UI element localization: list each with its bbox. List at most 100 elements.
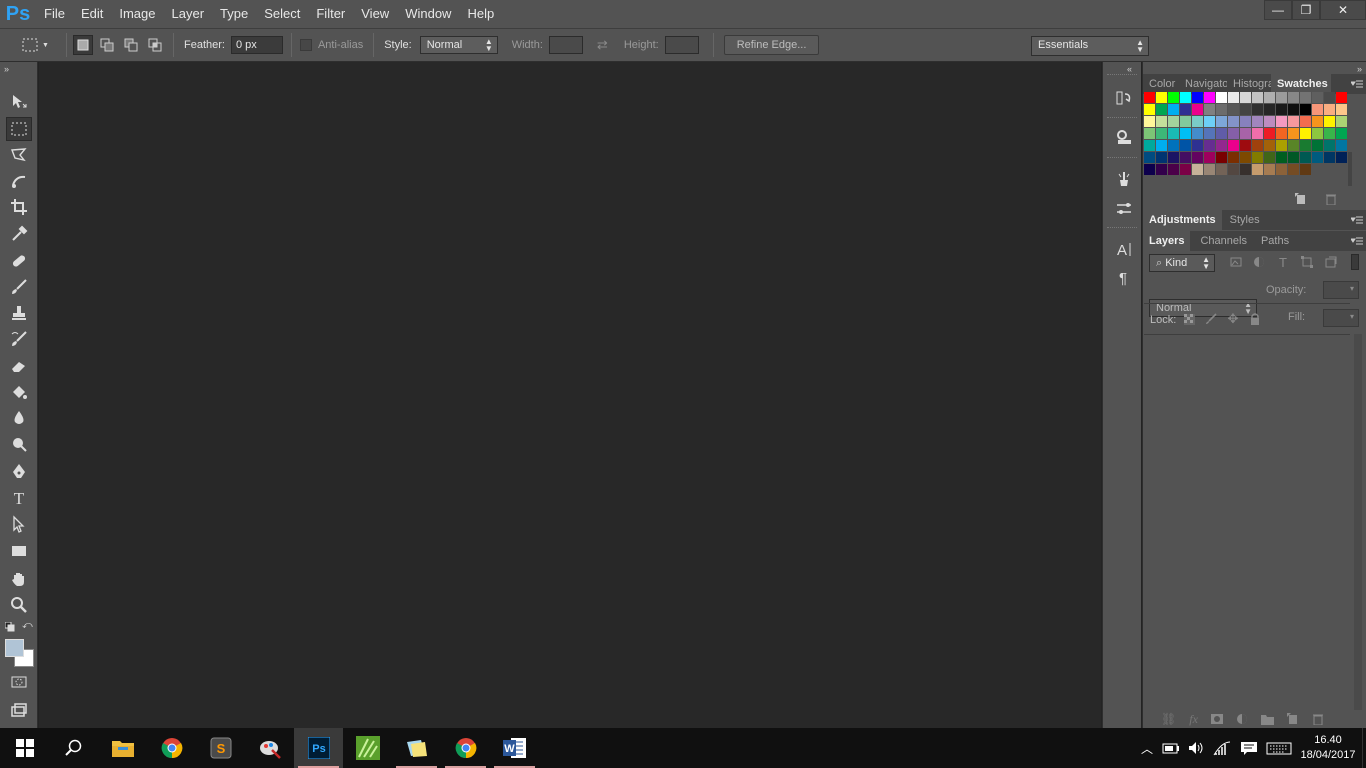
expand-dock-icon[interactable]: «: [1127, 64, 1132, 74]
swatch[interactable]: [1276, 116, 1287, 127]
link-layers-icon[interactable]: ⛓: [1161, 712, 1176, 726]
brush-tool[interactable]: [6, 275, 32, 299]
filter-type-icon[interactable]: T: [1276, 255, 1290, 270]
quick-selection-tool[interactable]: [6, 169, 32, 193]
swatch[interactable]: [1204, 152, 1215, 163]
path-selection-tool[interactable]: [6, 512, 32, 536]
swatches-scrollbar[interactable]: [1348, 152, 1352, 186]
swatch[interactable]: [1300, 164, 1311, 175]
swatch[interactable]: [1324, 116, 1335, 127]
tab-paths[interactable]: Paths: [1253, 231, 1295, 251]
volume-icon[interactable]: [1186, 740, 1208, 756]
swatch[interactable]: [1312, 116, 1323, 127]
swatch[interactable]: [1336, 92, 1347, 103]
swap-colors-icon[interactable]: ⤺: [22, 620, 33, 631]
menu-edit[interactable]: Edit: [73, 0, 111, 28]
show-hidden-icons-icon[interactable]: ︿: [1136, 740, 1158, 757]
fx-icon[interactable]: fx: [1189, 712, 1198, 727]
swatch[interactable]: [1180, 128, 1191, 139]
swatch[interactable]: [1144, 152, 1155, 163]
minimize-button[interactable]: —: [1264, 0, 1292, 20]
menu-filter[interactable]: Filter: [308, 0, 353, 28]
clone-stamp-tool[interactable]: [6, 301, 32, 325]
swatch[interactable]: [1252, 92, 1263, 103]
swatch[interactable]: [1252, 140, 1263, 151]
add-to-selection-button[interactable]: [97, 35, 117, 55]
swatch[interactable]: [1288, 164, 1299, 175]
swatch[interactable]: [1276, 128, 1287, 139]
swatch[interactable]: [1156, 128, 1167, 139]
history-panel-icon[interactable]: [1113, 87, 1135, 109]
filter-toggle-switch[interactable]: [1351, 254, 1359, 270]
swatch[interactable]: [1312, 128, 1323, 139]
sublime-app[interactable]: S: [196, 728, 245, 768]
photoshop-app[interactable]: Ps: [294, 728, 343, 768]
swatch[interactable]: [1300, 116, 1311, 127]
swatch[interactable]: [1204, 164, 1215, 175]
quick-mask-button[interactable]: [6, 670, 32, 694]
lasso-tool[interactable]: [6, 143, 32, 167]
swatch[interactable]: [1168, 92, 1179, 103]
character-panel-icon[interactable]: A: [1113, 238, 1135, 260]
restore-button[interactable]: ❐: [1292, 0, 1320, 20]
swatch[interactable]: [1228, 104, 1239, 115]
width-input[interactable]: [548, 36, 583, 54]
menu-image[interactable]: Image: [111, 0, 163, 28]
tab-swatches[interactable]: Swatches: [1271, 74, 1331, 94]
delete-layer-icon[interactable]: [1312, 713, 1324, 725]
swatch[interactable]: [1168, 104, 1179, 115]
swatch[interactable]: [1228, 140, 1239, 151]
file-explorer-app[interactable]: [98, 728, 147, 768]
swatch[interactable]: [1156, 92, 1167, 103]
collapse-toolbar-icon[interactable]: »: [4, 64, 9, 74]
clock[interactable]: 16.40 18/04/2017: [1296, 733, 1360, 763]
tab-adjustments[interactable]: Adjustments: [1143, 210, 1222, 230]
filter-shape-icon[interactable]: [1300, 255, 1314, 269]
dodge-tool[interactable]: [6, 432, 32, 456]
swatch[interactable]: [1264, 116, 1275, 127]
foreground-color-swatch[interactable]: [5, 639, 24, 657]
fill-input[interactable]: ▾: [1323, 309, 1359, 327]
swatch[interactable]: [1168, 152, 1179, 163]
swatch[interactable]: [1204, 140, 1215, 151]
tab-navigator[interactable]: Navigato: [1179, 74, 1227, 94]
swatch[interactable]: [1228, 152, 1239, 163]
swatch[interactable]: [1180, 140, 1191, 151]
new-group-icon[interactable]: [1260, 714, 1274, 725]
swatch[interactable]: [1324, 140, 1335, 151]
panel-menu-icon[interactable]: [1350, 79, 1363, 89]
swatch[interactable]: [1156, 104, 1167, 115]
swatch[interactable]: [1252, 128, 1263, 139]
swatch[interactable]: [1300, 128, 1311, 139]
swatch[interactable]: [1300, 104, 1311, 115]
swatch[interactable]: [1168, 116, 1179, 127]
new-selection-button[interactable]: [73, 35, 93, 55]
swatch[interactable]: [1264, 128, 1275, 139]
style-dropdown[interactable]: Normal ▲ ▼: [419, 36, 498, 54]
swatch[interactable]: [1180, 152, 1191, 163]
swatch[interactable]: [1204, 128, 1215, 139]
swatch[interactable]: [1192, 92, 1203, 103]
tab-channels[interactable]: Channels: [1190, 231, 1252, 251]
menu-file[interactable]: File: [36, 0, 73, 28]
menu-select[interactable]: Select: [256, 0, 308, 28]
feather-input[interactable]: 0 px: [230, 36, 283, 54]
lock-transparent-icon[interactable]: [1182, 312, 1196, 326]
panel-menu-icon[interactable]: [1350, 215, 1363, 225]
swatch[interactable]: [1312, 152, 1323, 163]
brush-presets-icon[interactable]: [1113, 168, 1135, 190]
subtract-from-selection-button[interactable]: [121, 35, 141, 55]
layer-filter-dropdown[interactable]: ⌕ Kind ▲ ▼: [1149, 254, 1215, 272]
swatch[interactable]: [1168, 164, 1179, 175]
history-brush-tool[interactable]: [6, 327, 32, 351]
swatch[interactable]: [1240, 164, 1251, 175]
swatch[interactable]: [1336, 116, 1347, 127]
swatch[interactable]: [1288, 92, 1299, 103]
document-canvas-area[interactable]: [39, 62, 1101, 728]
swap-width-height-icon[interactable]: ⇄: [597, 37, 608, 53]
menu-type[interactable]: Type: [212, 0, 256, 28]
swatch[interactable]: [1192, 140, 1203, 151]
delete-swatch-icon[interactable]: [1325, 193, 1337, 206]
swatch[interactable]: [1336, 104, 1347, 115]
swatch[interactable]: [1228, 116, 1239, 127]
